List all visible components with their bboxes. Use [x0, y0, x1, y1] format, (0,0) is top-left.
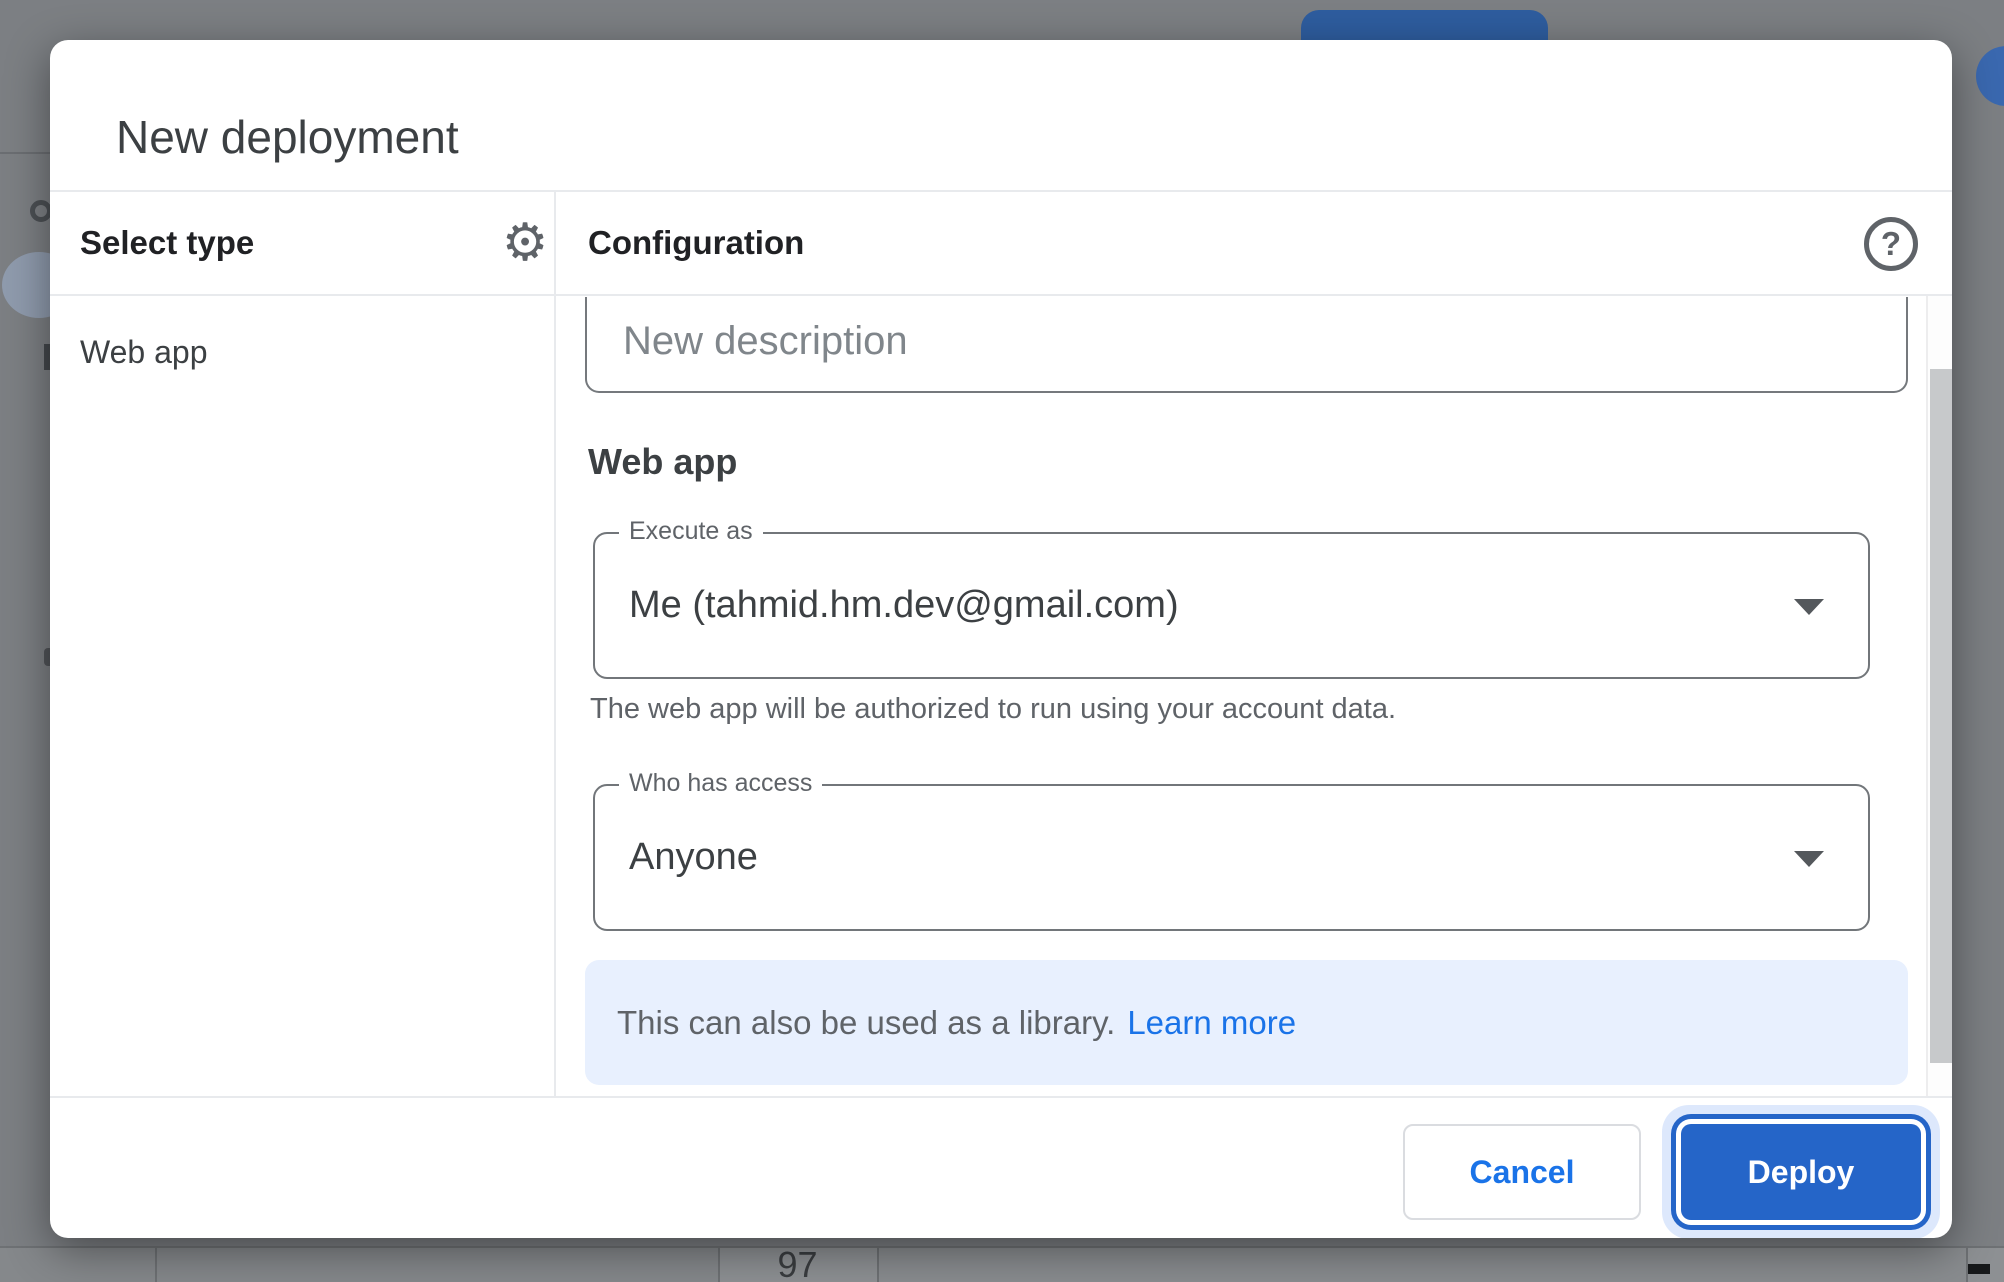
- screen: 97 New deployment Select type ⚙ Configur…: [0, 0, 2004, 1282]
- title-divider: [50, 190, 1952, 192]
- configuration-header: Configuration: [588, 192, 804, 294]
- description-field-outline: [585, 297, 1908, 393]
- library-info-banner: This can also be used as a library. Lear…: [585, 960, 1908, 1085]
- description-input[interactable]: [587, 297, 1906, 391]
- background-sheet-cell-wide: [877, 1248, 1966, 1282]
- dropdown-arrow-icon: [1794, 851, 1824, 867]
- background-scroll-indicator: [1968, 1264, 1990, 1274]
- background-sheet-cell-value: 97: [718, 1248, 877, 1282]
- panel-divider: [554, 190, 556, 1096]
- background-circle-fragment: [30, 200, 52, 222]
- execute-as-value: Me (tahmid.hm.dev@gmail.com): [629, 534, 1179, 677]
- background-deploy-button-peek: [1301, 10, 1548, 42]
- web-app-section-title: Web app: [588, 441, 737, 483]
- config-scrollbar-track[interactable]: [1926, 296, 1952, 1096]
- background-avatar: [1976, 46, 2004, 106]
- dialog-title: New deployment: [116, 110, 459, 164]
- footer-divider: [50, 1096, 1952, 1098]
- learn-more-link[interactable]: Learn more: [1127, 1004, 1296, 1042]
- background-toolbar-line: [0, 152, 50, 154]
- help-icon[interactable]: ?: [1864, 217, 1918, 271]
- config-scrollbar-thumb[interactable]: [1930, 369, 1952, 1063]
- sheet-cell-text: 97: [777, 1244, 817, 1282]
- who-has-access-value: Anyone: [629, 786, 758, 929]
- who-has-access-select[interactable]: Who has access Anyone: [593, 784, 1870, 931]
- gear-icon[interactable]: ⚙: [474, 192, 576, 294]
- background-gridline-2: [718, 1248, 720, 1282]
- execute-as-select[interactable]: Execute as Me (tahmid.hm.dev@gmail.com): [593, 532, 1870, 679]
- cancel-button[interactable]: Cancel: [1403, 1124, 1641, 1220]
- new-deployment-dialog: New deployment Select type ⚙ Configurati…: [50, 40, 1952, 1238]
- execute-as-helper-text: The web app will be authorized to run us…: [590, 693, 1396, 726]
- background-gridline-3: [877, 1248, 879, 1282]
- dropdown-arrow-icon: [1794, 599, 1824, 615]
- background-gridline-1: [155, 1248, 157, 1282]
- header-row-divider: [50, 294, 1952, 296]
- library-info-text: This can also be used as a library.: [617, 1004, 1115, 1042]
- sidebar-item-label: Web app: [80, 334, 208, 371]
- deploy-button[interactable]: Deploy: [1681, 1124, 1921, 1220]
- sidebar-item-web-app[interactable]: Web app: [50, 322, 554, 382]
- select-type-header: Select type: [80, 192, 254, 294]
